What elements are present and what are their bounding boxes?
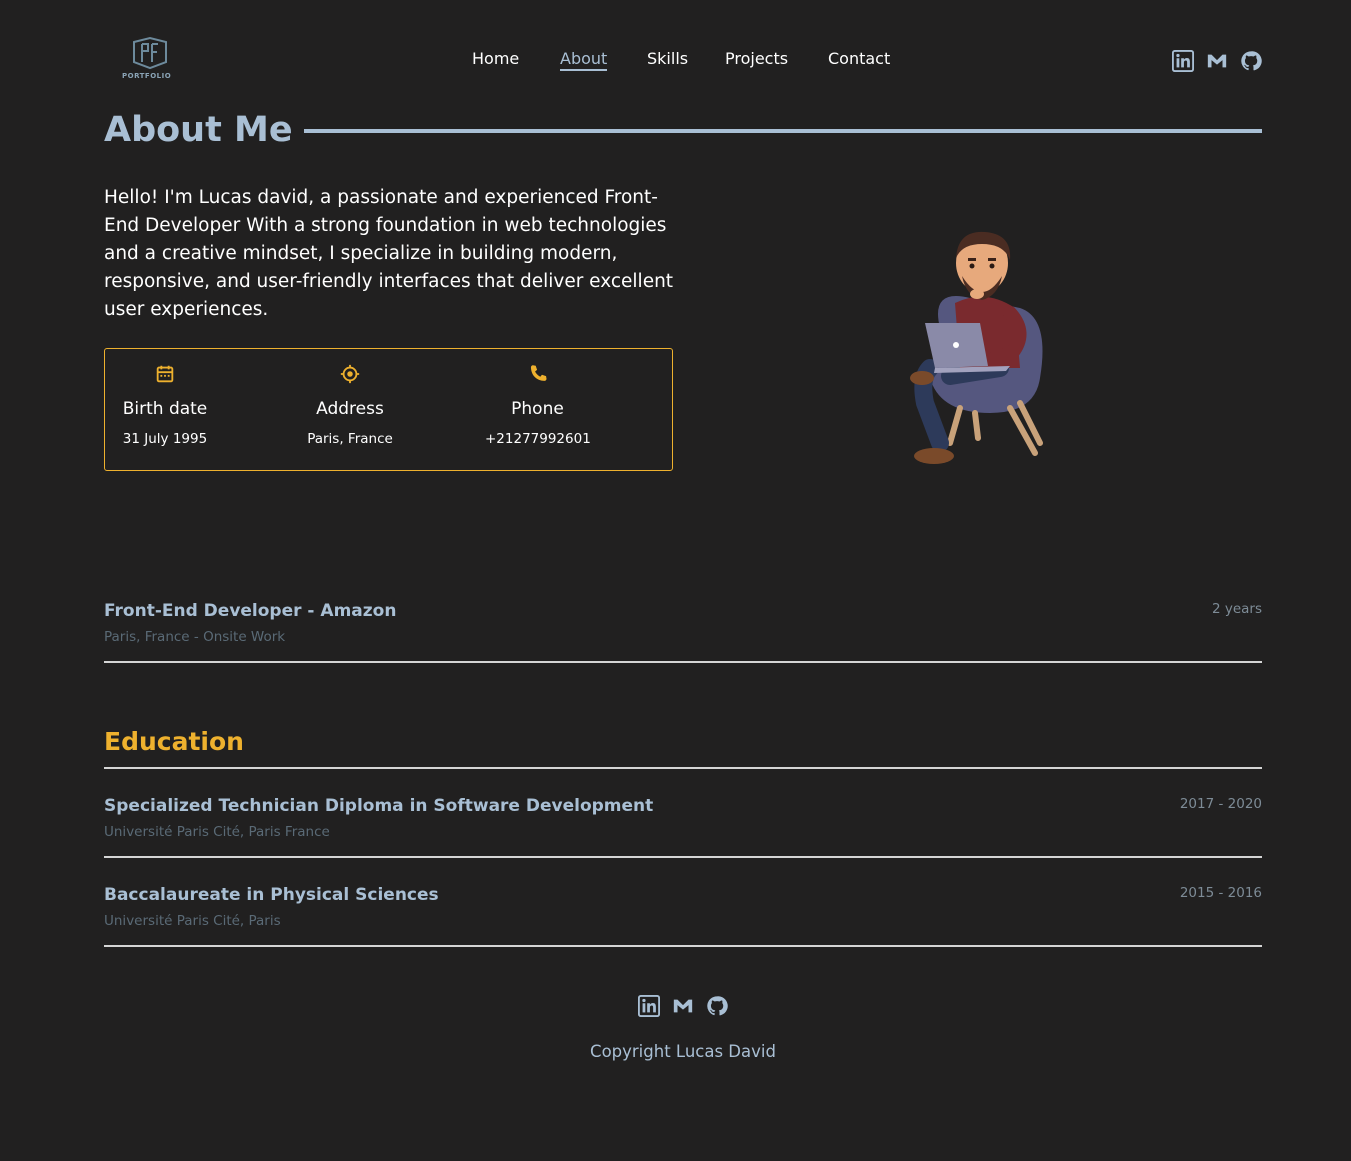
education-entry: Specialized Technician Diploma in Softwa… xyxy=(104,796,1262,858)
nav-home[interactable]: Home xyxy=(472,49,519,68)
linkedin-icon[interactable] xyxy=(1172,50,1194,72)
phone-icon xyxy=(530,365,547,381)
header-socials xyxy=(1172,50,1262,72)
info-label: Phone xyxy=(511,399,564,419)
copyright: Copyright Lucas David xyxy=(590,1042,776,1061)
about-title-divider xyxy=(304,129,1262,133)
gmail-icon[interactable] xyxy=(1206,50,1228,72)
info-birth-date: Birth date 31 July 1995 xyxy=(120,363,210,447)
github-icon[interactable] xyxy=(1240,50,1262,72)
entry-title: Front-End Developer - Amazon xyxy=(104,601,397,621)
entry-title: Specialized Technician Diploma in Softwa… xyxy=(104,796,654,816)
experience-entry: Front-End Developer - Amazon Paris, Fran… xyxy=(104,601,1262,663)
entry-period: 2017 - 2020 xyxy=(1179,796,1262,812)
info-value: 31 July 1995 xyxy=(122,431,208,447)
info-address: Address Paris, France xyxy=(300,363,400,447)
info-value: Paris, France xyxy=(307,431,393,447)
logo-text: PORTFOLIO xyxy=(122,72,172,80)
info-label: Address xyxy=(316,399,384,419)
personal-info-box: Birth date 31 July 1995 Address Paris, F… xyxy=(104,348,673,471)
gmail-icon[interactable] xyxy=(672,995,694,1017)
info-value: +21277992601 xyxy=(485,431,591,447)
nav-skills[interactable]: Skills xyxy=(647,49,688,68)
entry-divider xyxy=(104,661,1262,663)
about-title: About Me xyxy=(104,110,293,150)
entry-subtitle: Université Paris Cité, Paris xyxy=(104,913,281,929)
entry-period: 2015 - 2016 xyxy=(1179,885,1262,901)
entry-divider xyxy=(104,945,1262,947)
logo[interactable]: PORTFOLIO xyxy=(122,36,178,84)
entry-subtitle: Paris, France - Onsite Work xyxy=(104,629,286,645)
calendar-icon xyxy=(156,365,174,383)
location-icon xyxy=(340,364,360,384)
education-entry: Baccalaureate in Physical Sciences Unive… xyxy=(104,885,1262,947)
education-title: Education xyxy=(104,727,244,756)
avatar-illustration xyxy=(910,231,1043,464)
education-title-divider xyxy=(104,767,1262,769)
nav-projects[interactable]: Projects xyxy=(725,49,788,68)
nav-about[interactable]: About xyxy=(560,49,608,71)
entry-title: Baccalaureate in Physical Sciences xyxy=(104,885,439,905)
info-phone: Phone +21277992601 xyxy=(485,363,591,447)
about-intro: Hello! I'm Lucas david, a passionate and… xyxy=(104,187,674,320)
entry-period: 2 years xyxy=(1211,601,1262,617)
entry-subtitle: Université Paris Cité, Paris France xyxy=(104,824,330,840)
info-label: Birth date xyxy=(122,399,208,419)
logo-icon xyxy=(133,36,167,70)
entry-divider xyxy=(104,856,1262,858)
nav-contact[interactable]: Contact xyxy=(828,49,890,68)
github-icon[interactable] xyxy=(706,995,728,1017)
footer-socials xyxy=(638,995,728,1017)
linkedin-icon[interactable] xyxy=(638,995,660,1017)
